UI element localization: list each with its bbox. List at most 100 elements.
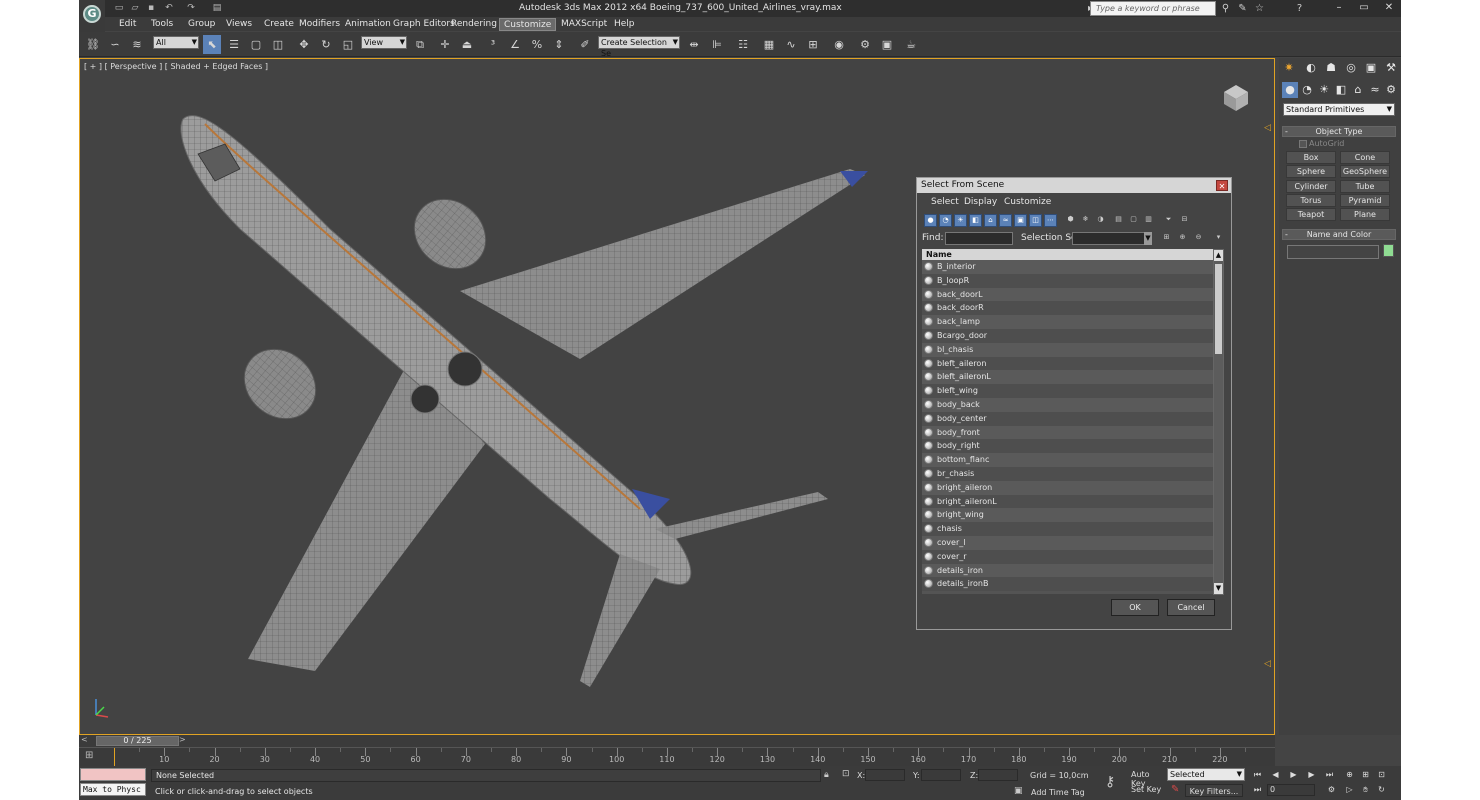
display-xrefs-icon[interactable]: ◫ [1029,214,1042,227]
list-item[interactable]: details_iron [922,563,1213,578]
zoom-extents-icon[interactable]: ⊡ [1375,769,1388,781]
list-item[interactable]: back_doorR [922,301,1213,316]
find-input[interactable] [945,232,1013,245]
scroll-down-icon[interactable]: ▼ [1214,583,1223,594]
cancel-button[interactable]: Cancel [1167,599,1215,616]
list-item[interactable]: back_doorL [922,287,1213,302]
select-invert-icon[interactable]: ▥ [1142,214,1155,227]
motion-tab-icon[interactable]: ◎ [1343,60,1359,76]
set-key-button[interactable]: Set Key [1131,785,1165,797]
list-item[interactable]: back_lamp [922,315,1213,329]
pivot-center-icon[interactable]: ⧉ [411,35,429,54]
search-input[interactable]: Type a keyword or phrase [1090,1,1216,16]
time-slider-track[interactable]: < 0 / 225 > [79,735,1275,747]
select-object-icon[interactable]: ⬉ [203,35,221,54]
create-selection-set-icon[interactable]: ⊞ [1160,232,1173,245]
menu-group[interactable]: Group [184,18,219,31]
helpers-icon[interactable]: ⌂ [1350,82,1366,98]
mini-curve-editor-icon[interactable]: ⊞ [85,750,93,761]
viewport-label[interactable]: [ + ] [ Perspective ] [ Shaded + Edged F… [84,62,268,71]
prev-frame-icon[interactable]: < [81,735,88,744]
cone-button[interactable]: Cone [1340,151,1390,164]
name-color-rollup[interactable]: - Name and Color [1282,229,1396,240]
list-scrollbar[interactable]: ▲ ▼ [1213,249,1224,595]
dialog-menu-display[interactable]: Display [964,197,997,207]
list-item[interactable]: body_center [922,411,1213,426]
curve-editor-icon[interactable]: ∿ [782,35,800,54]
list-item[interactable]: bl_chasis [922,342,1213,357]
tube-button[interactable]: Tube [1340,180,1390,193]
render-setup-icon[interactable]: ⚙ [856,35,874,54]
systems-icon[interactable]: ⚙ [1383,82,1399,98]
play-icon[interactable]: ▶ [1287,769,1300,781]
scroll-thumb[interactable] [1215,264,1222,354]
key-mode-dropdown[interactable]: Selected ▼ [1167,768,1245,781]
y-coordinate-input[interactable] [921,769,961,781]
spinner-snap-icon[interactable]: ⇕ [550,35,568,54]
dialog-close-button[interactable]: ✕ [1216,180,1228,191]
options-chevron-icon[interactable]: ▾ [1212,232,1225,245]
project-folder-icon[interactable]: ▤ [211,2,223,14]
menu-tools[interactable]: Tools [147,18,177,31]
prev-key-icon[interactable]: ◀ [1269,769,1282,781]
list-item[interactable]: B_interior [922,260,1213,274]
undo-icon[interactable]: ↶ [163,2,175,14]
maxscript-listener-input[interactable]: Max to Physc [80,783,146,796]
schematic-view-icon[interactable]: ⊞ [804,35,822,54]
geosphere-button[interactable]: GeoSphere [1340,165,1390,178]
display-cameras-icon[interactable]: ◧ [969,214,982,227]
current-frame-input[interactable]: 0 [1267,784,1315,796]
keyboard-shortcut-icon[interactable]: ⏏ [458,35,476,54]
save-icon[interactable]: ▪ [145,2,157,14]
graphite-tools-icon[interactable]: ▦ [760,35,778,54]
align-icon[interactable]: ⊫ [708,35,726,54]
list-item[interactable]: B_loopR [922,273,1213,288]
ok-button[interactable]: OK [1111,599,1159,616]
minimize-button[interactable]: – [1325,1,1353,15]
display-containers-icon[interactable]: ⬢ [1064,214,1077,227]
box-button[interactable]: Box [1286,151,1336,164]
list-item[interactable]: chasis [922,522,1213,536]
display-frozen-icon[interactable]: ❄ [1079,214,1092,227]
list-item[interactable]: bleft_aileronL [922,370,1213,385]
geometry-icon[interactable]: ● [1282,82,1298,98]
move-icon[interactable]: ✥ [295,35,313,54]
menu-customize[interactable]: Customize [499,18,557,31]
time-config-icon[interactable]: ⚙ [1325,784,1338,796]
display-lights-icon[interactable]: ☀ [954,214,967,227]
list-item[interactable]: br_chasis [922,466,1213,481]
primitive-category-dropdown[interactable]: Standard Primitives ▼ [1283,103,1395,116]
wrench-icon[interactable]: ✎ [1236,2,1249,15]
list-item[interactable]: bleft_aileron [922,356,1213,371]
time-tag-icon[interactable]: ▣ [1014,786,1023,796]
close-button[interactable]: ✕ [1375,1,1401,15]
list-item[interactable]: bottom_flanc [922,453,1213,467]
list-item[interactable]: cover_r [922,549,1213,564]
selection-set-dropdown[interactable] [1072,232,1152,245]
scene-object-list[interactable]: B_interior B_loopR back_doorL back_doorR bac… [922,260,1213,594]
torus-button[interactable]: Torus [1286,194,1336,207]
time-slider[interactable]: 0 / 225 [96,736,179,746]
timeline-ruler[interactable]: ⊞ 10 20 30 40 50 60 70 80 90 100 110 120 130 140 150 16… [79,747,1275,766]
modify-tab-icon[interactable]: ◐ [1303,60,1319,76]
maximize-button[interactable]: ▭ [1350,1,1378,15]
angle-snap-icon[interactable]: ∠ [506,35,524,54]
hierarchy-tab-icon[interactable]: ☗ [1323,60,1339,76]
open-file-icon[interactable]: ▱ [129,2,141,14]
unlink-icon[interactable]: ∽ [106,35,124,54]
create-tab-icon[interactable]: ✷ [1281,60,1297,76]
object-type-rollup[interactable]: - Object Type [1282,126,1396,137]
rendered-frame-icon[interactable]: ▣ [878,35,896,54]
key-filter-pencil-icon[interactable]: ✎ [1171,784,1179,795]
add-time-tag[interactable]: Add Time Tag [1031,788,1085,797]
rect-selection-icon[interactable]: ▢ [247,35,265,54]
list-item[interactable]: bleft_wing [922,384,1213,398]
material-editor-icon[interactable]: ◉ [830,35,848,54]
list-item[interactable]: cover_l [922,535,1213,550]
zoom-all-icon[interactable]: ⊞ [1359,769,1372,781]
menu-maxscript[interactable]: MAXScript [557,18,611,31]
orbit-icon[interactable]: ↻ [1375,784,1388,796]
display-geometry-icon[interactable]: ● [924,214,937,227]
list-item[interactable]: details_ironB [922,577,1213,592]
select-by-name-icon[interactable]: ☰ [225,35,243,54]
